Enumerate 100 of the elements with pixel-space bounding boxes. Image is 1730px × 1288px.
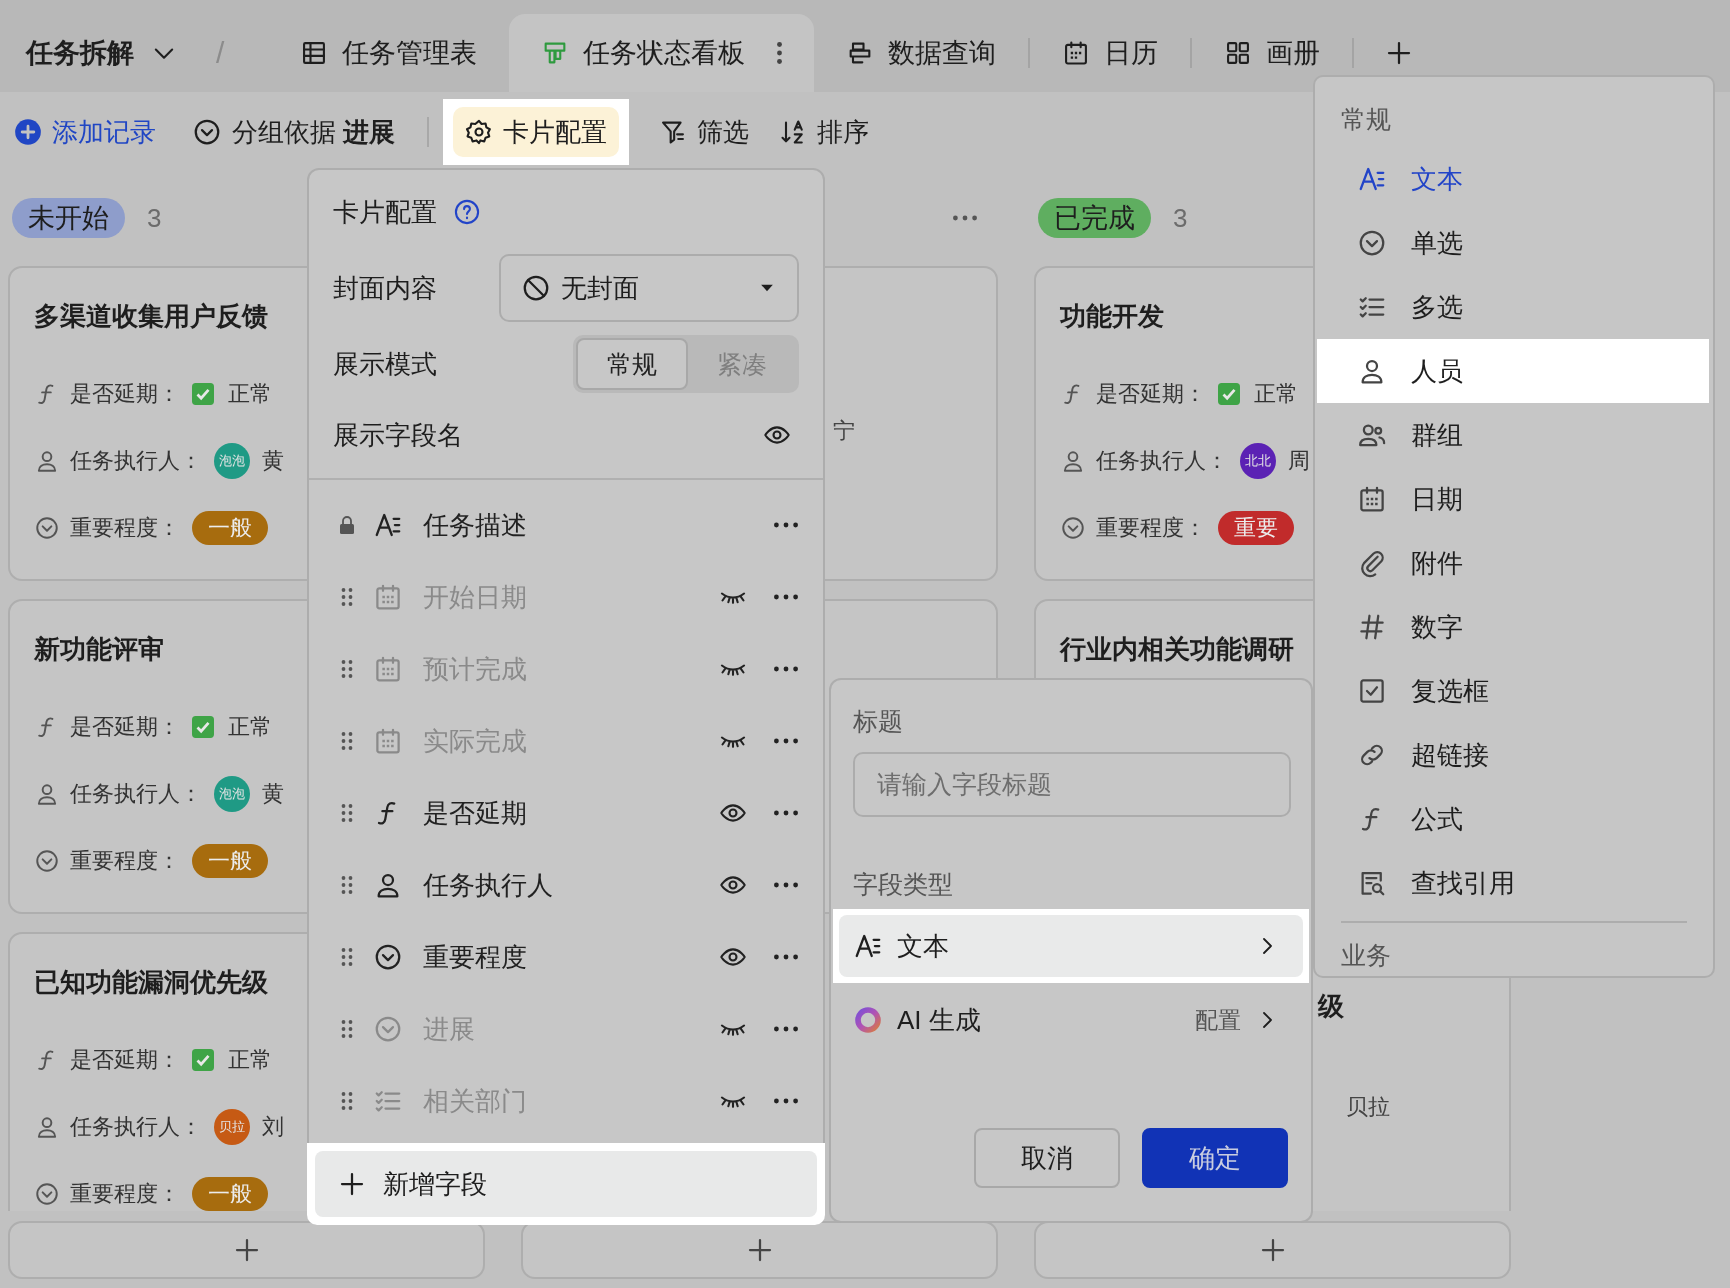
view-tab[interactable]: 任务状态看板 bbox=[509, 14, 815, 92]
menu-item[interactable]: 文本 bbox=[1317, 147, 1709, 211]
avatar: 北北 bbox=[1240, 442, 1276, 479]
more-icon[interactable] bbox=[777, 42, 783, 64]
menu-item[interactable]: 人员 bbox=[1317, 339, 1709, 403]
field-value: 正常 bbox=[228, 1045, 272, 1074]
card-title: 行业内相关功能调研 bbox=[1060, 633, 1294, 666]
field-value: 正常 bbox=[228, 379, 272, 408]
person-name: 黄 bbox=[262, 779, 284, 808]
more-icon[interactable] bbox=[773, 882, 799, 888]
setting-label: 展示字段名 bbox=[333, 418, 463, 452]
chevron-circle-icon bbox=[1357, 228, 1387, 258]
setting-label: 封面内容 bbox=[333, 271, 437, 305]
field-label: 是否延期： bbox=[1096, 379, 1206, 408]
toolbar-button[interactable]: 筛选 bbox=[659, 107, 750, 157]
add-record-button[interactable]: 添加记录 bbox=[14, 107, 156, 157]
avatar: 泡泡 bbox=[214, 775, 250, 812]
confirm-button[interactable]: 确定 bbox=[1142, 1128, 1288, 1188]
view-tab[interactable]: 画册 bbox=[1192, 14, 1353, 92]
more-icon[interactable] bbox=[952, 215, 978, 221]
group-by-button[interactable]: 分组依据 进展 bbox=[192, 107, 396, 157]
calendar-icon bbox=[373, 726, 403, 756]
priority-tag: 一般 bbox=[192, 1176, 268, 1211]
field-name: 进展 bbox=[423, 1012, 475, 1046]
menu-item[interactable]: 查找引用 bbox=[1317, 851, 1709, 915]
field-label: 重要程度： bbox=[70, 513, 180, 542]
cancel-button[interactable]: 取消 bbox=[974, 1128, 1120, 1188]
view-tab[interactable]: 数据查询 bbox=[814, 14, 1029, 92]
view-tab[interactable]: 日历 bbox=[1030, 14, 1191, 92]
chevron-circle-icon bbox=[192, 117, 222, 147]
menu-item[interactable]: 数字 bbox=[1317, 595, 1709, 659]
field-type-option[interactable]: AI 生成 配置 bbox=[839, 989, 1303, 1051]
more-icon[interactable] bbox=[773, 1026, 799, 1032]
field-label: 任务执行人： bbox=[70, 1112, 202, 1141]
card-settings-button[interactable]: 卡片配置 bbox=[453, 107, 620, 157]
card-count: 3 bbox=[1173, 202, 1188, 234]
menu-section-title: 常规 bbox=[1340, 104, 1392, 135]
person-name: 刘 bbox=[262, 1112, 284, 1141]
field-label: 任务执行人： bbox=[70, 446, 202, 475]
field-label: 重要程度： bbox=[70, 846, 180, 875]
more-icon[interactable] bbox=[773, 522, 799, 528]
card-title: 已知功能漏洞优先级 bbox=[34, 966, 268, 999]
more-icon[interactable] bbox=[773, 1098, 799, 1104]
menu-item[interactable]: 公式 bbox=[1317, 787, 1709, 851]
view-tab[interactable]: 任务管理表 bbox=[268, 14, 510, 92]
help-icon[interactable] bbox=[453, 198, 481, 226]
menu-section-title: 业务 bbox=[1340, 940, 1392, 971]
menu-item[interactable]: 复选框 bbox=[1317, 659, 1709, 723]
more-icon[interactable] bbox=[773, 954, 799, 960]
calendar-icon bbox=[373, 654, 403, 684]
field-label: 字段类型 bbox=[852, 869, 954, 900]
more-icon[interactable] bbox=[773, 594, 799, 600]
field-label: 重要程度： bbox=[1096, 513, 1206, 542]
chevron-circle-icon bbox=[34, 1180, 60, 1207]
toolbar-button[interactable]: 排序 bbox=[779, 107, 870, 157]
person-name: 周 bbox=[1288, 446, 1310, 475]
field-label: 任务执行人： bbox=[70, 779, 202, 808]
calendar-icon bbox=[373, 582, 403, 612]
chevron-circle-icon bbox=[373, 942, 403, 972]
field-name: 相关部门 bbox=[423, 1084, 527, 1118]
setting-label: 展示模式 bbox=[333, 347, 437, 381]
card-count: 3 bbox=[147, 202, 162, 234]
cover-select[interactable]: 无封面 bbox=[499, 254, 799, 322]
field-label: 是否延期： bbox=[70, 712, 180, 741]
chevron-circle-icon bbox=[1060, 514, 1086, 541]
field-type-option[interactable]: 文本 bbox=[839, 915, 1303, 977]
status-badge: 已完成 bbox=[1038, 198, 1151, 238]
segment-option[interactable]: 常规 bbox=[576, 338, 688, 390]
checkbox-icon bbox=[1357, 676, 1387, 706]
person-name: 贝拉 bbox=[1346, 1093, 1390, 1121]
field-label: 是否延期： bbox=[70, 1045, 180, 1074]
priority-tag: 重要 bbox=[1218, 510, 1294, 545]
title-input[interactable]: 请输入字段标题 bbox=[853, 752, 1291, 817]
settings-icon bbox=[465, 118, 494, 146]
ai-ring-icon bbox=[853, 1005, 883, 1035]
panel-title: 卡片配置 bbox=[333, 195, 437, 229]
card-title: 功能开发 bbox=[1060, 300, 1164, 333]
field-value: 正常 bbox=[1254, 379, 1298, 408]
card-title: 多渠道收集用户反馈 bbox=[34, 300, 268, 333]
field-label: 标题 bbox=[852, 706, 904, 737]
avatar: 贝拉 bbox=[214, 1108, 250, 1145]
field-name: 重要程度 bbox=[423, 940, 527, 974]
more-icon[interactable] bbox=[773, 666, 799, 672]
chevron-circle-icon bbox=[34, 514, 60, 541]
card-title: 级 bbox=[1318, 990, 1344, 1023]
field-label: 重要程度： bbox=[70, 1179, 180, 1208]
priority-tag: 一般 bbox=[192, 843, 268, 878]
chevron-circle-icon bbox=[373, 1014, 403, 1044]
more-icon[interactable] bbox=[773, 810, 799, 816]
menu-item[interactable]: 超链接 bbox=[1317, 723, 1709, 787]
card-title: 新功能评审 bbox=[34, 633, 164, 666]
status-badge: 未开始 bbox=[12, 198, 125, 238]
add-icon bbox=[14, 118, 42, 146]
more-icon[interactable] bbox=[773, 738, 799, 744]
breadcrumb-button[interactable]: 任务拆解 bbox=[26, 14, 178, 92]
chevron-circle-icon bbox=[34, 847, 60, 874]
field-value: 正常 bbox=[228, 712, 272, 741]
person-name: 黄 bbox=[262, 446, 284, 475]
hash-icon bbox=[1357, 612, 1387, 642]
add-field-button[interactable]: 新增字段 bbox=[315, 1151, 817, 1217]
